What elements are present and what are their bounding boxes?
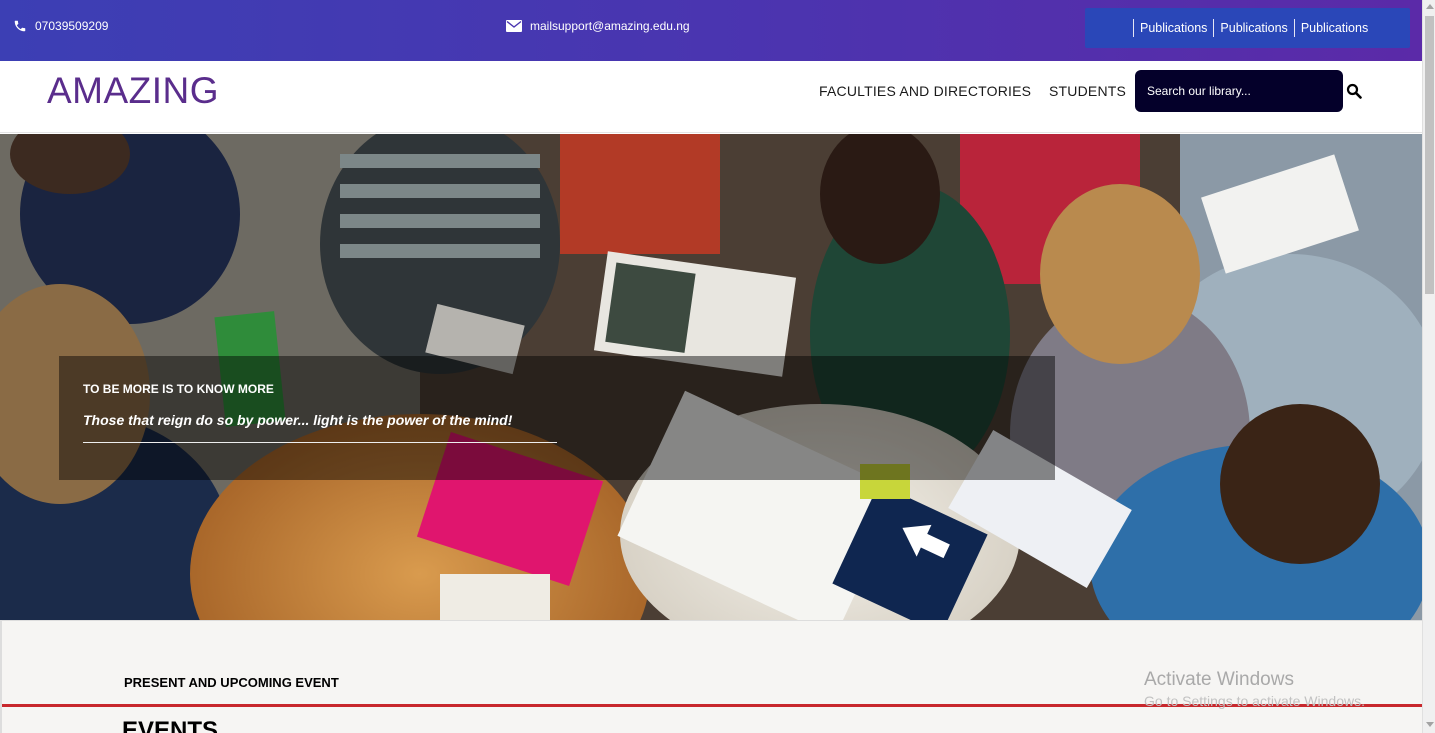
publications-menu: Publications Publications Publications [1085,8,1410,48]
hero-subtitle: Those that reign do so by power... light… [83,412,513,428]
envelope-icon [506,20,522,32]
publications-link-1[interactable]: Publications [1133,19,1213,37]
scroll-down-arrow-icon[interactable] [1426,722,1434,727]
contact-bar: 07039509209 mailsupport@amazing.edu.ng P… [0,0,1422,61]
main-navbar: AMAZING FACULTIES AND DIRECTORIES STUDEN… [0,61,1422,133]
hero-caption: TO BE MORE IS TO KNOW MORE Those that re… [59,356,1055,480]
publications-link-3[interactable]: Publications [1293,19,1374,37]
phone-contact[interactable]: 07039509209 [13,19,108,33]
page: 07039509209 mailsupport@amazing.edu.ng P… [0,0,1435,733]
email-address: mailsupport@amazing.edu.ng [530,19,690,33]
activation-watermark-title: Activate Windows [1144,669,1294,690]
activation-watermark-hint: Go to Settings to activate Windows. [1144,693,1365,709]
caption-divider [83,442,557,443]
hero-heading: TO BE MORE IS TO KNOW MORE [83,382,274,396]
phone-icon [13,19,27,33]
library-search-input[interactable] [1135,70,1343,112]
events-section-label: PRESENT AND UPCOMING EVENT [124,675,339,690]
phone-number: 07039509209 [35,19,109,33]
publications-link-2[interactable]: Publications [1213,19,1293,37]
site-logo[interactable]: AMAZING [47,70,219,112]
email-contact[interactable]: mailsupport@amazing.edu.ng [506,19,690,33]
scroll-up-arrow-icon[interactable] [1426,4,1434,9]
nav-students[interactable]: STUDENTS [1049,83,1126,99]
magnifier-icon[interactable] [1346,83,1364,101]
page-scrollbar[interactable] [1422,0,1435,733]
events-section: PRESENT AND UPCOMING EVENT EVENTS Activa… [0,620,1424,733]
nav-faculties-and-directories[interactable]: FACULTIES AND DIRECTORIES [819,83,1031,99]
scroll-thumb[interactable] [1425,16,1434,294]
hero-banner: TO BE MORE IS TO KNOW MORE Those that re… [0,134,1422,620]
events-title: EVENTS [122,717,219,733]
